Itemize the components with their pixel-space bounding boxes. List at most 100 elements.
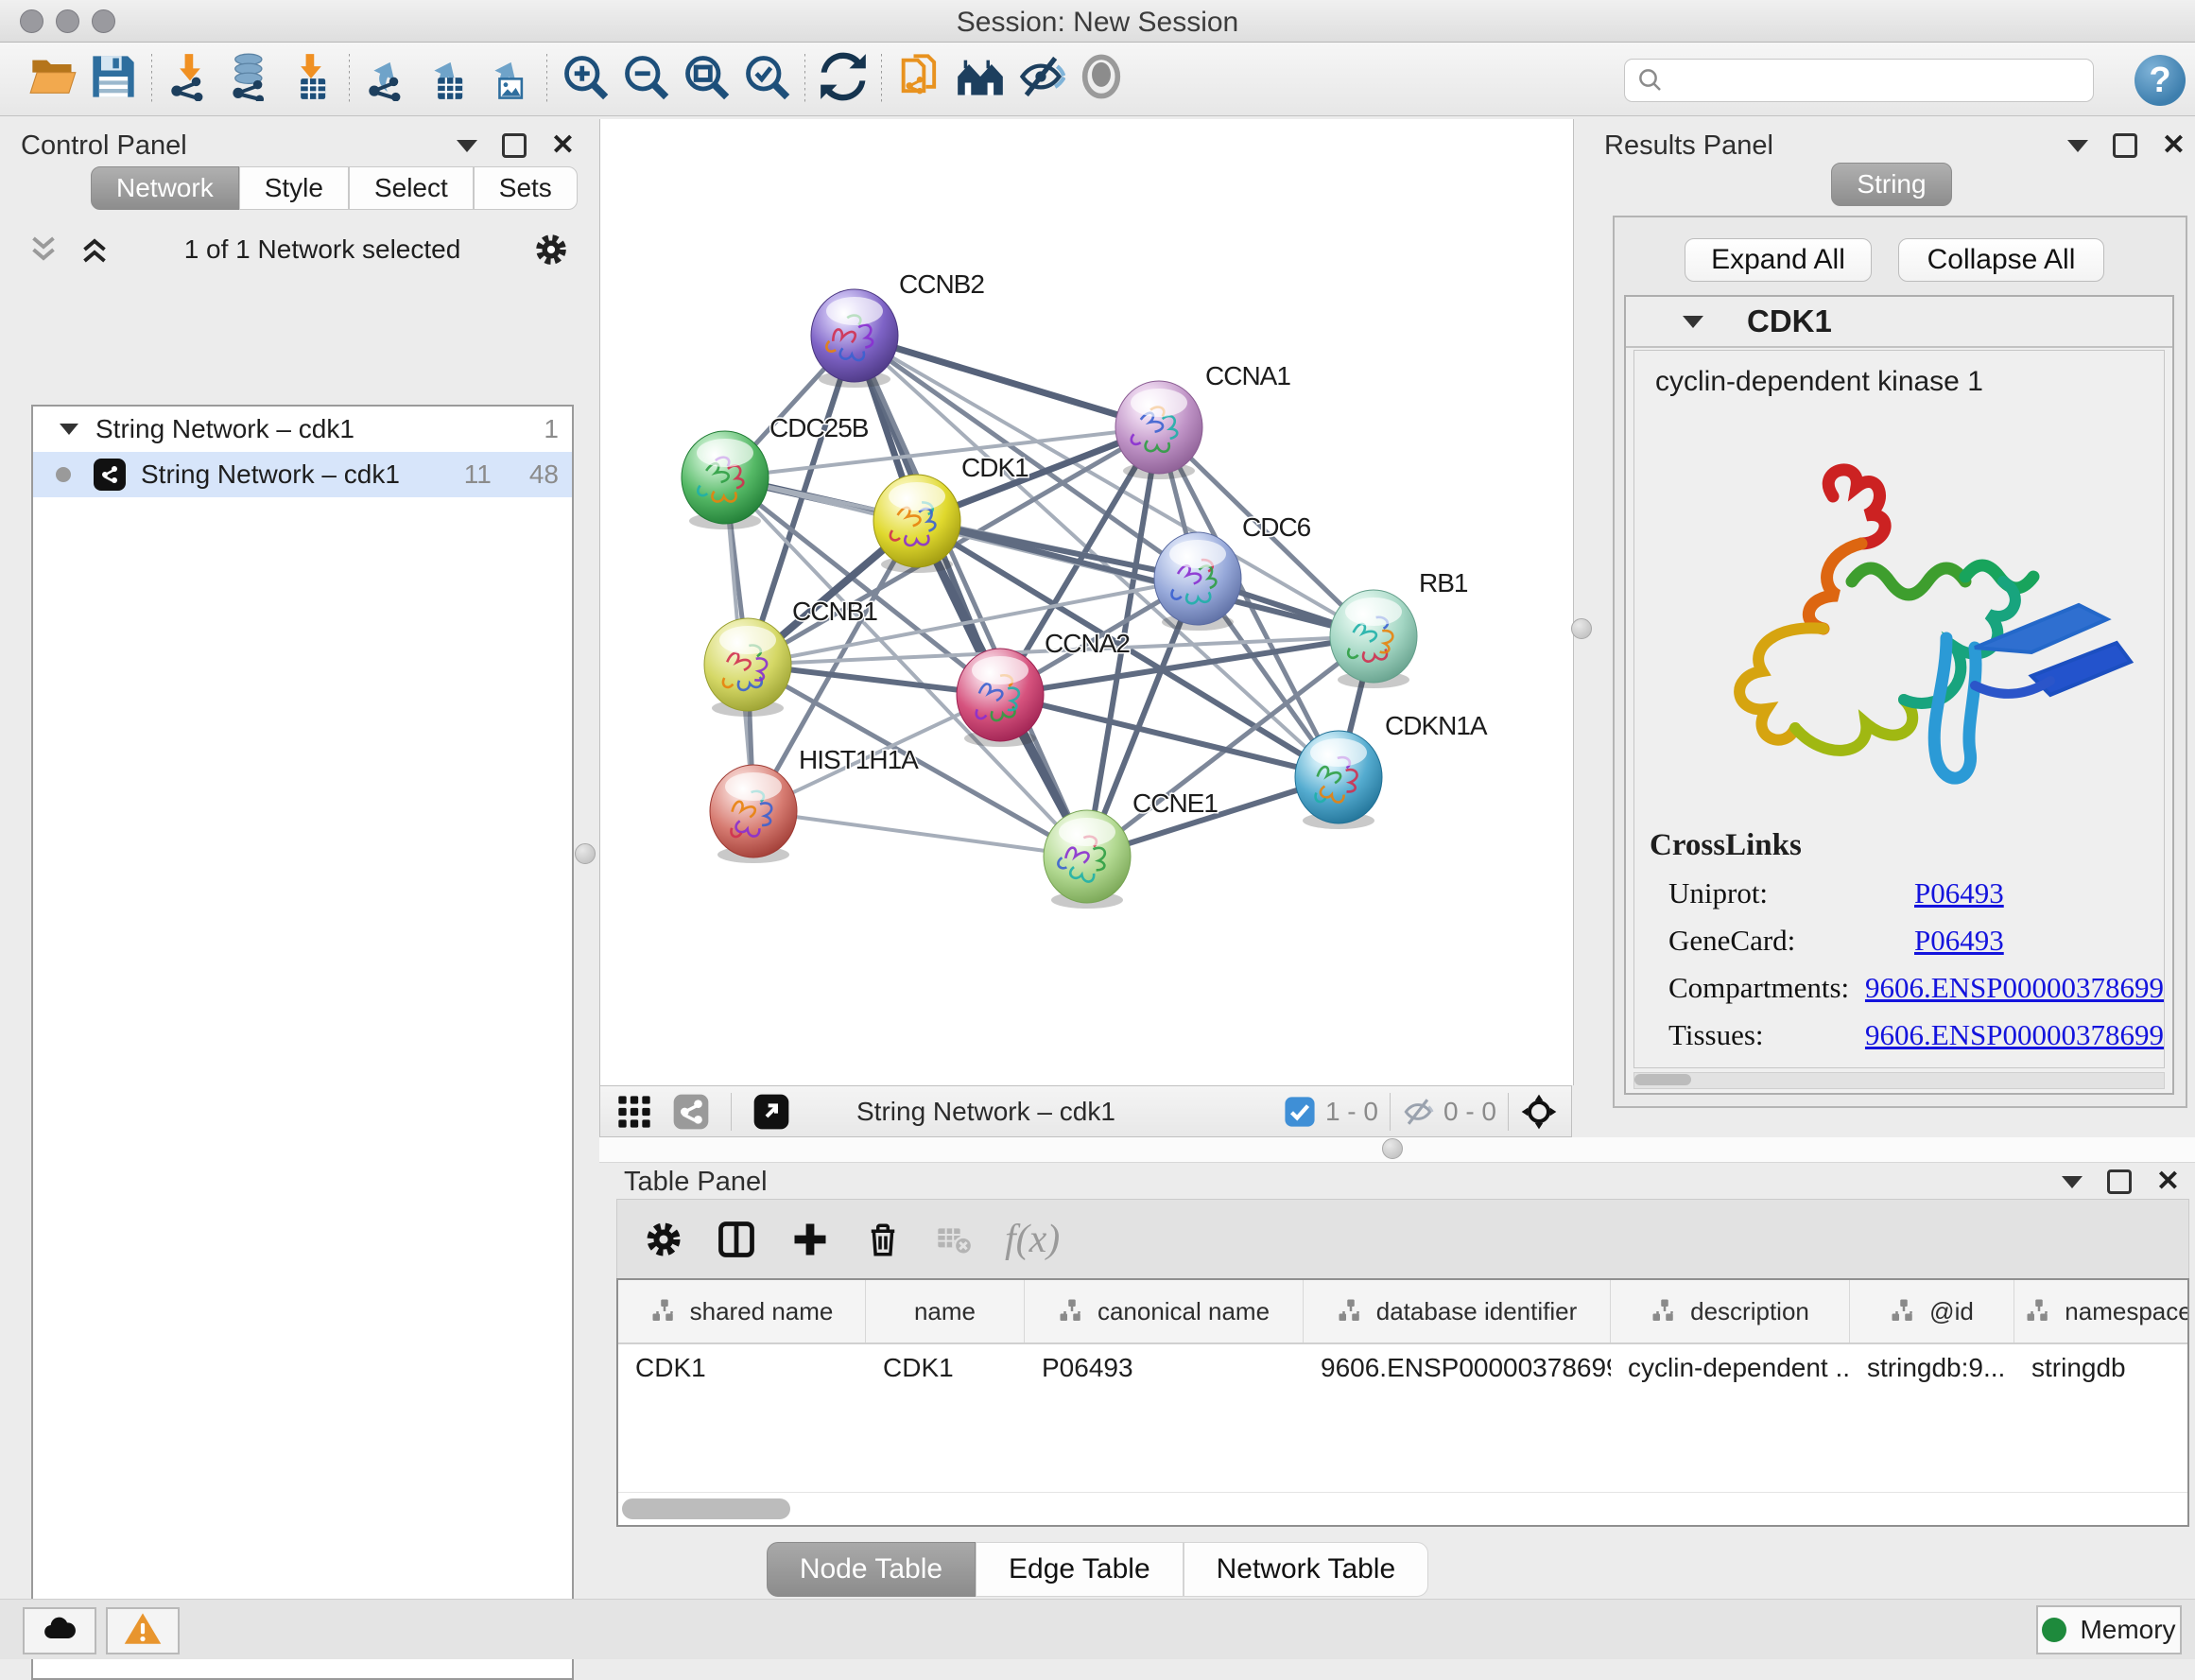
table-cell[interactable]: stringdb:9... bbox=[1850, 1353, 2014, 1383]
results-panel-float-icon[interactable] bbox=[2113, 133, 2137, 158]
node-RB1[interactable]: RB1 bbox=[1330, 568, 1468, 688]
tab-string[interactable]: String bbox=[1831, 163, 1951, 206]
help-button[interactable]: ? bbox=[2135, 55, 2186, 106]
table-panel-float-icon[interactable] bbox=[2107, 1169, 2132, 1194]
table-cell[interactable]: CDK1 bbox=[866, 1353, 1025, 1383]
node-label-CDKN1A: CDKN1A bbox=[1385, 711, 1488, 740]
import-network-from-database-button[interactable] bbox=[220, 51, 281, 108]
results-hscrollbar[interactable] bbox=[1633, 1072, 2165, 1089]
crosslink-link[interactable]: 9606.ENSP00000378699 bbox=[1865, 971, 2164, 1005]
tab-node-table[interactable]: Node Table bbox=[767, 1542, 976, 1597]
add-column-icon[interactable] bbox=[789, 1219, 831, 1260]
hide-selected-button[interactable] bbox=[1011, 51, 1071, 108]
open-session-button[interactable] bbox=[23, 51, 83, 108]
show-columns-icon[interactable] bbox=[716, 1219, 757, 1260]
tab-select[interactable]: Select bbox=[349, 166, 474, 210]
warning-status-button[interactable] bbox=[106, 1607, 180, 1654]
column-header-database-identifier[interactable]: database identifier bbox=[1304, 1280, 1611, 1342]
table-cell[interactable]: CDK1 bbox=[618, 1353, 866, 1383]
network-share-icon[interactable] bbox=[672, 1093, 710, 1131]
control-panel-float-icon[interactable] bbox=[502, 133, 527, 158]
tab-style[interactable]: Style bbox=[239, 166, 349, 210]
cloud-status-button[interactable] bbox=[23, 1607, 96, 1654]
collection-expand-icon[interactable] bbox=[60, 424, 78, 435]
crosslink-link[interactable]: P06493 bbox=[1914, 924, 2004, 958]
table-gear-icon[interactable] bbox=[644, 1220, 683, 1259]
results-panel-close-icon[interactable]: ✕ bbox=[2162, 131, 2186, 160]
export-network-button[interactable] bbox=[357, 51, 418, 108]
node-CDKN1A[interactable]: CDKN1A bbox=[1295, 711, 1488, 829]
edge-CCNB2-CCNA1[interactable] bbox=[855, 336, 1159, 427]
delete-column-icon[interactable] bbox=[863, 1220, 903, 1259]
expand-all-icon[interactable] bbox=[78, 233, 112, 267]
tab-network-table[interactable]: Network Table bbox=[1184, 1542, 1429, 1597]
network-row[interactable]: String Network – cdk1 11 48 bbox=[33, 452, 572, 497]
gene-section-header[interactable]: CDK1 bbox=[1626, 297, 2172, 348]
edge-HIST1H1A-CCNE1[interactable] bbox=[753, 811, 1087, 857]
first-neighbors-button[interactable] bbox=[950, 51, 1011, 108]
selected-checkbox-icon[interactable] bbox=[1284, 1096, 1316, 1128]
zoom-selected-button[interactable] bbox=[736, 51, 797, 108]
column-header-label: database identifier bbox=[1376, 1297, 1577, 1326]
collapse-all-button[interactable]: Collapse All bbox=[1898, 238, 2104, 282]
zoom-in-button[interactable] bbox=[555, 51, 615, 108]
zoom-out-button[interactable] bbox=[615, 51, 676, 108]
refresh-button[interactable] bbox=[813, 51, 873, 108]
tab-sets[interactable]: Sets bbox=[474, 166, 578, 210]
table-panel-menu-icon[interactable] bbox=[2062, 1176, 2083, 1188]
table-cell[interactable]: P06493 bbox=[1025, 1353, 1304, 1383]
tab-network[interactable]: Network bbox=[91, 166, 239, 210]
column-header-shared-name[interactable]: shared name bbox=[618, 1280, 866, 1342]
results-panel-menu-icon[interactable] bbox=[2067, 140, 2088, 152]
collapse-all-icon[interactable] bbox=[26, 233, 60, 267]
left-divider-handle[interactable] bbox=[575, 843, 596, 864]
function-builder-icon: f(x) bbox=[1005, 1217, 1060, 1262]
import-network-button[interactable] bbox=[160, 51, 220, 108]
import-table-button[interactable] bbox=[281, 51, 341, 108]
show-all-button[interactable] bbox=[1071, 51, 1132, 108]
crosslink-link[interactable]: P06493 bbox=[1914, 1065, 2004, 1068]
crosslink-link[interactable]: P06493 bbox=[1914, 876, 2004, 910]
column-header-@id[interactable]: @id bbox=[1850, 1280, 2014, 1342]
expand-all-button[interactable]: Expand All bbox=[1685, 238, 1872, 282]
open-in-window-icon[interactable] bbox=[752, 1093, 790, 1131]
column-header-name[interactable]: name bbox=[866, 1280, 1025, 1342]
column-header-description[interactable]: description bbox=[1611, 1280, 1850, 1342]
crosshair-icon[interactable] bbox=[1520, 1093, 1558, 1131]
network-collection-row[interactable]: String Network – cdk1 1 bbox=[33, 407, 572, 452]
gene-name: CDK1 bbox=[1747, 303, 1832, 339]
table-panel-close-icon[interactable]: ✕ bbox=[2156, 1168, 2180, 1196]
table-divider-handle[interactable] bbox=[1382, 1138, 1403, 1159]
network-canvas[interactable]: CCNB2CCNA1CDC25BCDK1CDC6RB1CCNB1CCNA2CDK… bbox=[599, 119, 1574, 1085]
crosslink-link[interactable]: 9606.ENSP00000378699 bbox=[1865, 1018, 2164, 1052]
export-table-button[interactable] bbox=[418, 51, 478, 108]
column-header-canonical-name[interactable]: canonical name bbox=[1025, 1280, 1304, 1342]
crosslink-row: Compartments:9606.ENSP00000378699 bbox=[1668, 971, 2164, 1005]
birds-eye-view-icon[interactable] bbox=[615, 1093, 653, 1131]
export-image-button[interactable] bbox=[478, 51, 539, 108]
control-panel-menu-icon[interactable] bbox=[457, 140, 477, 152]
table-cell[interactable]: stringdb bbox=[2014, 1353, 2189, 1383]
gear-icon[interactable] bbox=[533, 232, 569, 268]
node-CCNB1[interactable]: CCNB1 bbox=[704, 597, 877, 717]
control-panel-close-icon[interactable]: ✕ bbox=[551, 131, 575, 160]
node-CCNA1[interactable]: CCNA1 bbox=[1115, 361, 1290, 479]
export-network-icon bbox=[363, 52, 412, 106]
column-header-namespace[interactable]: namespace bbox=[2014, 1280, 2189, 1342]
clone-network-button[interactable] bbox=[890, 51, 950, 108]
node-CCNE1[interactable]: CCNE1 bbox=[1044, 788, 1218, 909]
tab-edge-table[interactable]: Edge Table bbox=[976, 1542, 1184, 1597]
gene-collapse-icon[interactable] bbox=[1683, 316, 1703, 328]
table-row[interactable]: CDK1CDK1P064939606.ENSP00000378699cyclin… bbox=[618, 1344, 2187, 1392]
edge-CCNB2-CCNE1[interactable] bbox=[855, 336, 1087, 857]
hidden-eye-slash-icon[interactable] bbox=[1402, 1096, 1434, 1128]
memory-button[interactable]: Memory bbox=[2036, 1605, 2182, 1654]
hidden-count: 0 - 0 bbox=[1443, 1097, 1496, 1127]
table-cell[interactable]: cyclin-dependent ... bbox=[1611, 1353, 1850, 1383]
search-input[interactable] bbox=[1674, 65, 2093, 96]
table-hscrollbar-thumb[interactable] bbox=[622, 1498, 790, 1519]
save-session-button[interactable] bbox=[83, 51, 144, 108]
zoom-fit-button[interactable] bbox=[676, 51, 736, 108]
node-HIST1H1A[interactable]: HIST1H1A bbox=[710, 745, 919, 863]
table-cell[interactable]: 9606.ENSP00000378699 bbox=[1304, 1353, 1611, 1383]
